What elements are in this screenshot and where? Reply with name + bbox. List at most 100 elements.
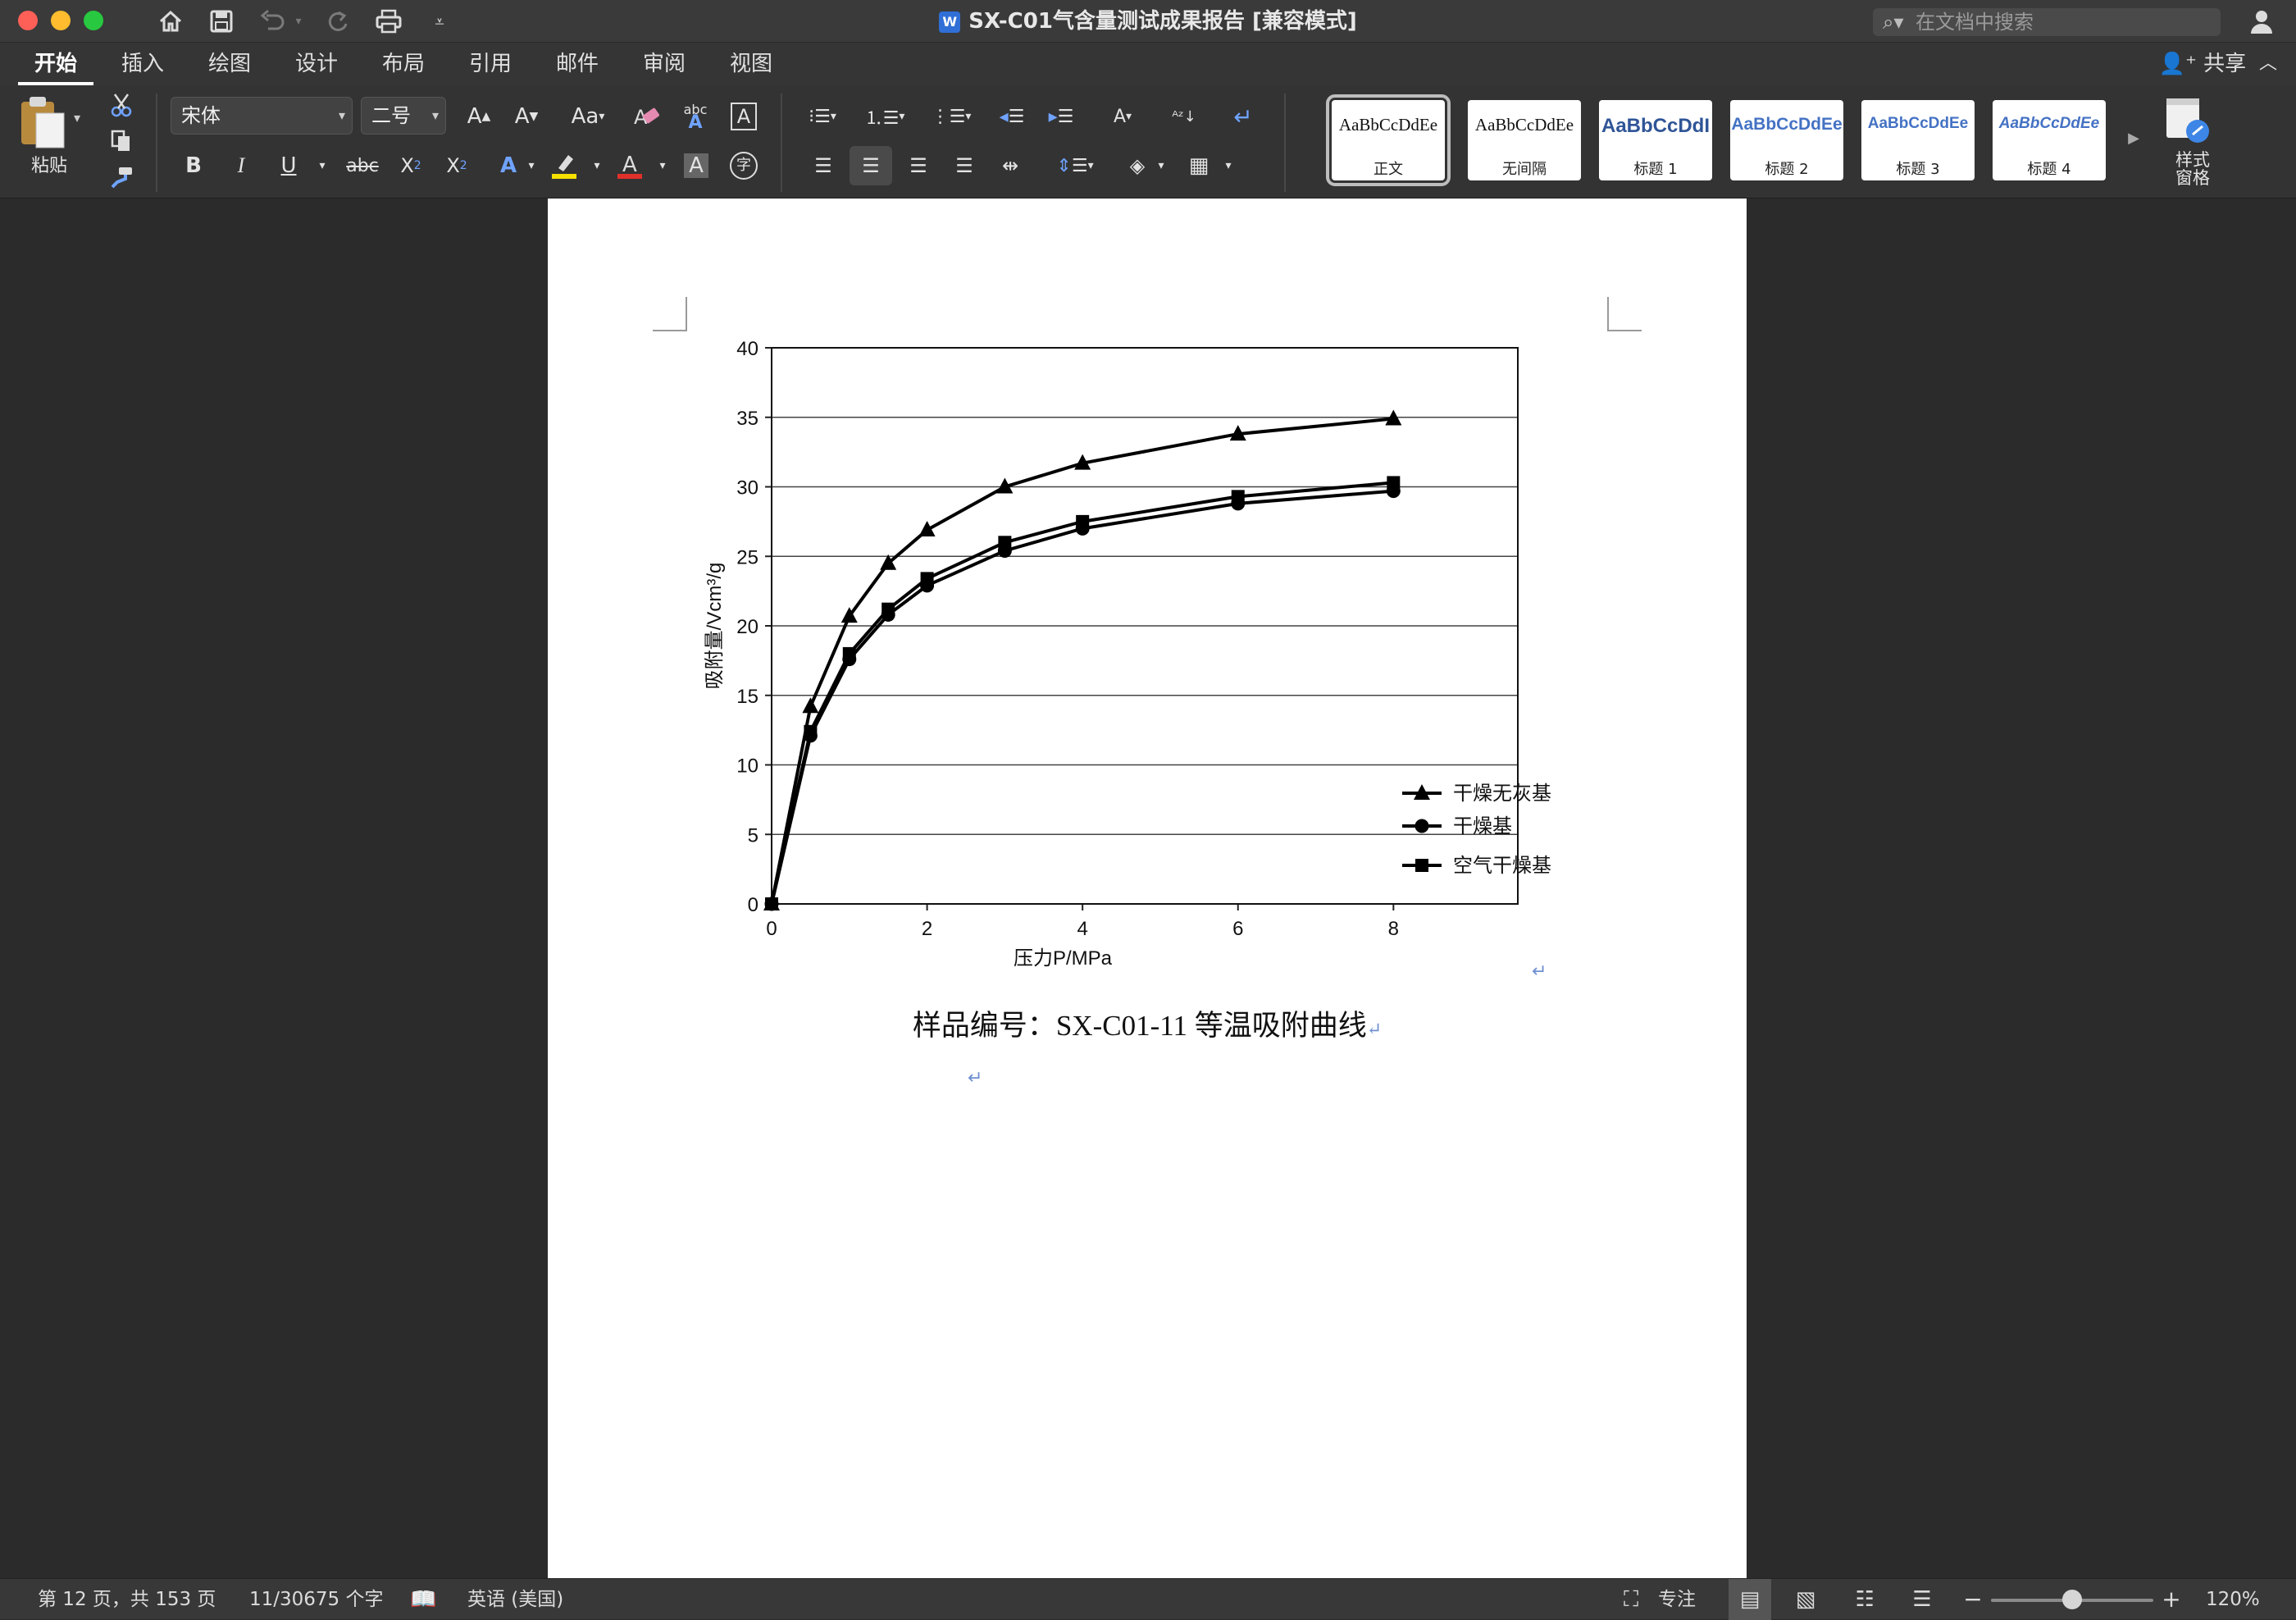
format-painter-icon[interactable] (103, 157, 139, 197)
zoom-out-icon[interactable]: − (1963, 1579, 1983, 1620)
tab-home[interactable]: 开始 (18, 43, 93, 85)
change-case-icon[interactable]: Aa ▾ (559, 97, 617, 136)
style-heading-3[interactable]: AaBbCcDdEe 标题 3 (1861, 100, 1975, 180)
enclose-character-icon[interactable]: 字 (723, 146, 764, 185)
text-effects-dropdown-icon[interactable]: ▾ (522, 146, 541, 185)
outline-view-icon[interactable]: ☷ (1847, 1579, 1883, 1620)
underline-dropdown-icon[interactable]: ▾ (308, 146, 336, 185)
align-right-icon[interactable]: ☰ (897, 146, 940, 185)
isotherm-chart[interactable]: 0 5 10 15 20 25 30 35 40 0 2 4 6 8 压力P/MPa 吸附量/Vcm³/g 干燥… (548, 199, 1747, 986)
show-paragraph-marks-icon[interactable]: ↵ (1220, 97, 1266, 136)
increase-indent-icon[interactable]: ▸ ☰ (1040, 97, 1082, 136)
sort-icon[interactable]: ᴬᶻ↓ (1161, 97, 1207, 136)
search-input[interactable]: ⌕▾ 在文档中搜索 (1873, 8, 2221, 36)
undo-dropdown-icon[interactable]: ▾ (280, 5, 317, 38)
style-pane-icon[interactable] (2162, 95, 2214, 148)
user-account-icon[interactable] (2244, 5, 2280, 38)
zoom-in-icon[interactable]: + (2162, 1579, 2181, 1620)
tab-references[interactable]: 引用 (453, 43, 528, 85)
customize-chevron-icon[interactable]: ⩡ (421, 5, 458, 38)
line-spacing-icon[interactable]: ⇕ ☰ ▾ (1046, 146, 1104, 185)
tab-review[interactable]: 审阅 (626, 43, 702, 85)
style-pane-label[interactable]: 样式 窗格 (2168, 151, 2217, 187)
copy-icon[interactable] (103, 121, 139, 161)
word-document-icon: W (939, 11, 961, 33)
home-icon[interactable] (153, 5, 189, 38)
tab-layout[interactable]: 布局 (366, 43, 441, 85)
draft-view-icon[interactable]: ☰ (1904, 1579, 1940, 1620)
tab-draw[interactable]: 绘图 (192, 43, 267, 85)
tab-mailings[interactable]: 邮件 (540, 43, 615, 85)
data-point-triangle (918, 521, 936, 537)
collapse-ribbon-chevron-icon[interactable]: ︿ (2252, 43, 2285, 85)
print-icon[interactable] (371, 5, 407, 38)
tab-insert[interactable]: 插入 (105, 43, 180, 85)
tab-view[interactable]: 视图 (713, 43, 789, 85)
highlight-icon[interactable] (544, 146, 584, 185)
style-normal[interactable]: AaBbCcDdEe 正文 (1326, 94, 1451, 186)
styles-gallery-next-icon[interactable]: ▶ (2119, 118, 2148, 157)
window-title-text: SX-C01气含量测试成果报告 [兼容模式] (968, 9, 1357, 34)
multilevel-list-icon[interactable]: ⋮☰ ▾ (922, 97, 981, 136)
align-left-icon[interactable]: ☰ (802, 146, 845, 185)
decrease-font-size-icon[interactable]: A ▼ (503, 97, 549, 136)
bold-icon[interactable]: B (174, 146, 213, 185)
cut-icon[interactable] (103, 85, 139, 125)
style-name: 标题 1 (1633, 161, 1678, 178)
tab-design[interactable]: 设计 (279, 43, 354, 85)
style-heading-1[interactable]: AaBbCcDdI 标题 1 (1599, 100, 1712, 180)
status-bar: 第 12 页，共 153 页 11/30675 个字 📖 英语 (美国) ⛶ 专… (0, 1578, 2296, 1620)
italic-icon[interactable]: I (221, 146, 261, 185)
paste-dropdown-icon[interactable]: ▾ (74, 110, 80, 125)
print-layout-view-icon[interactable]: ▤ (1729, 1579, 1771, 1620)
highlight-dropdown-icon[interactable]: ▾ (587, 146, 607, 185)
chevron-down-icon: ▾ (431, 107, 439, 123)
zoom-slider-thumb[interactable] (2062, 1590, 2082, 1609)
close-window-button[interactable] (18, 11, 38, 30)
document-page[interactable]: 0 5 10 15 20 25 30 35 40 0 2 4 6 8 压力P/MPa 吸附量/Vcm³/g 干燥… (548, 199, 1747, 1578)
share-button[interactable]: 👤⁺ 共享 (2153, 43, 2252, 85)
decrease-indent-icon[interactable]: ◂ ☰ (991, 97, 1033, 136)
zoom-level[interactable]: 120% (2206, 1579, 2260, 1620)
style-heading-4[interactable]: AaBbCcDdEe 标题 4 (1993, 100, 2106, 180)
page-counter[interactable]: 第 12 页，共 153 页 (38, 1579, 216, 1620)
borders-dropdown-icon[interactable]: ▾ (1219, 146, 1238, 185)
document-canvas[interactable]: 0 5 10 15 20 25 30 35 40 0 2 4 6 8 压力P/MPa 吸附量/Vcm³/g 干燥… (0, 199, 2296, 1578)
borders-icon[interactable]: ▦ (1176, 146, 1222, 185)
redo-icon[interactable] (320, 5, 356, 38)
numbering-icon[interactable]: ⒈☰ ▾ (859, 97, 910, 136)
increase-font-size-icon[interactable]: A ▲ (456, 97, 502, 136)
justify-icon[interactable]: ☰ (943, 146, 986, 185)
font-name-select[interactable]: 宋体 ▾ (171, 97, 353, 135)
web-layout-view-icon[interactable]: ▧ (1788, 1579, 1824, 1620)
language-indicator[interactable]: 英语 (美国) (467, 1579, 563, 1620)
style-no-spacing[interactable]: AaBbCcDdEe 无间隔 (1468, 100, 1581, 180)
align-center-icon[interactable]: ☰ (850, 146, 892, 185)
shading-dropdown-icon[interactable]: ▾ (1151, 146, 1171, 185)
proofing-icon[interactable]: 📖 (410, 1579, 436, 1620)
superscript-icon[interactable]: X2 (436, 146, 477, 185)
paste-button[interactable] (16, 94, 82, 156)
paste-label: 粘贴 (31, 156, 68, 176)
character-shading-icon[interactable]: A (676, 146, 717, 185)
minimize-window-button[interactable] (51, 11, 71, 30)
clear-formatting-icon[interactable]: A (625, 97, 667, 136)
character-border-icon[interactable]: A (723, 97, 764, 136)
strikethrough-icon[interactable]: abc (336, 146, 389, 185)
font-color-icon[interactable]: A (610, 146, 649, 185)
underline-icon[interactable]: U (269, 146, 308, 185)
text-effects-icon[interactable]: abc A (674, 97, 717, 136)
asian-layout-icon[interactable]: A ▾ (1096, 97, 1150, 136)
save-icon[interactable] (203, 5, 239, 38)
word-count[interactable]: 11/30675 个字 (249, 1579, 384, 1620)
font-color-dropdown-icon[interactable]: ▾ (653, 146, 672, 185)
zoom-window-button[interactable] (84, 11, 103, 30)
distributed-icon[interactable]: ⇹ (989, 146, 1032, 185)
subscript-icon[interactable]: X2 (390, 146, 431, 185)
figure-caption[interactable]: 样品编号：SX-C01-11 等温吸附曲线↵ (548, 1002, 1747, 1044)
bullets-icon[interactable]: ⁝☰ ▾ (797, 97, 848, 136)
focus-mode-label[interactable]: 专注 (1658, 1579, 1696, 1620)
font-size-select[interactable]: 二号 ▾ (361, 97, 446, 135)
focus-icon[interactable]: ⛶ (1624, 1579, 1638, 1620)
style-heading-2[interactable]: AaBbCcDdEe 标题 2 (1730, 100, 1843, 180)
